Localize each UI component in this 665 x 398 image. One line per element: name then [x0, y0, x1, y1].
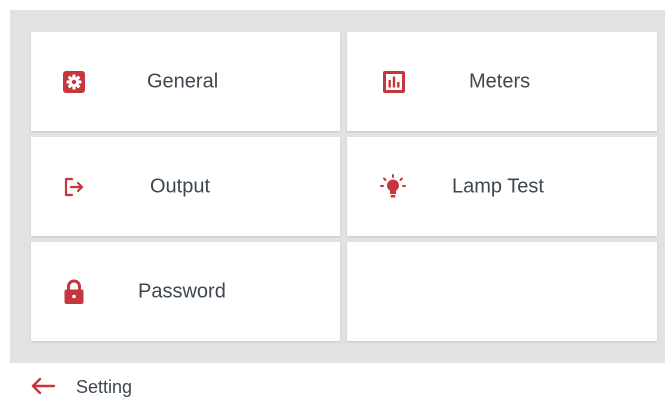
lock-icon — [60, 278, 88, 306]
bar-chart-icon — [380, 68, 408, 96]
tile-empty — [347, 242, 657, 341]
tile-password-label: Password — [138, 280, 226, 302]
lightbulb-icon — [379, 173, 407, 201]
tile-general[interactable]: General — [31, 32, 340, 131]
settings-screen: General Meters Output Lamp Test Password… — [0, 0, 665, 398]
tile-lamp-test-label: Lamp Test — [452, 175, 544, 197]
sign-out-icon — [60, 173, 88, 201]
page-title: Setting — [76, 377, 133, 397]
gear-icon — [60, 68, 88, 96]
tile-meters-label: Meters — [469, 70, 531, 92]
tile-output-label: Output — [150, 175, 211, 197]
tile-password[interactable]: Password — [31, 242, 340, 341]
back-arrow-icon[interactable] — [30, 377, 56, 395]
tile-output[interactable]: Output — [31, 137, 340, 236]
tile-meters[interactable]: Meters — [347, 32, 657, 131]
tile-lamp-test[interactable]: Lamp Test — [347, 137, 657, 236]
tile-general-label: General — [147, 70, 219, 92]
footer-bar: Setting — [0, 366, 665, 398]
settings-menu-grid: General Meters Output Lamp Test Password — [10, 10, 665, 363]
